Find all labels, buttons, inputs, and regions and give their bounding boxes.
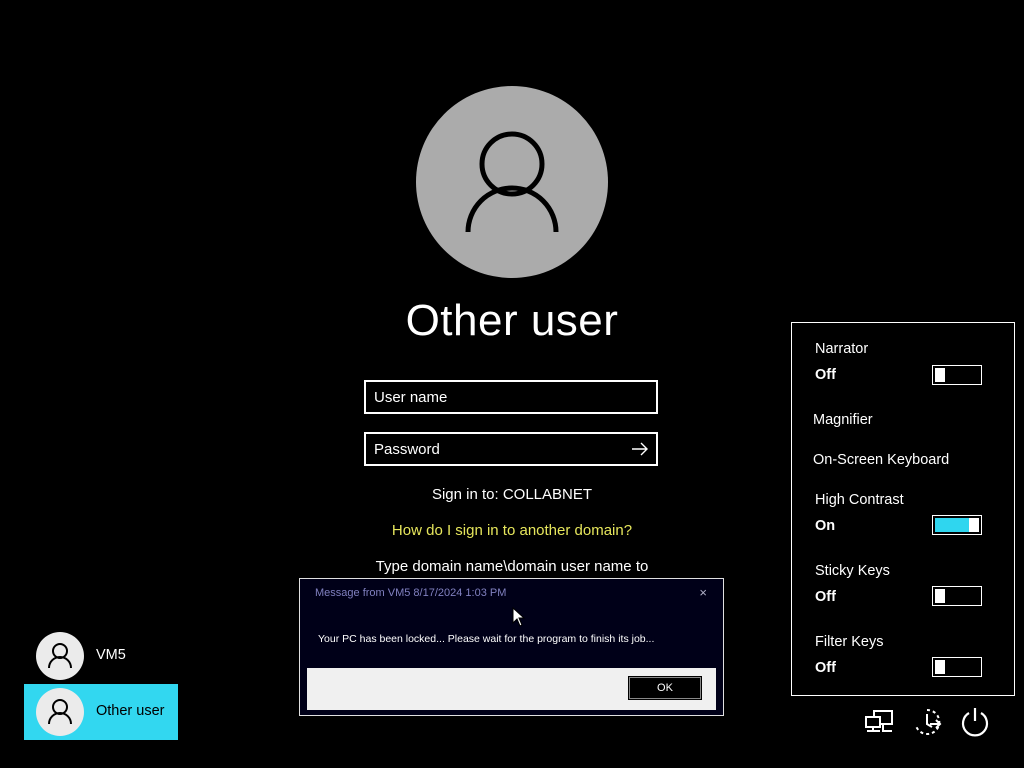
narrator-toggle[interactable] xyxy=(932,365,982,385)
message-body: Your PC has been locked... Please wait f… xyxy=(318,633,655,645)
message-dialog: Message from VM5 8/17/2024 1:03 PM × You… xyxy=(299,578,724,716)
magnifier-link[interactable]: Magnifier xyxy=(813,412,873,428)
page-title: Other user xyxy=(405,296,619,345)
username-input[interactable] xyxy=(366,382,624,412)
person-icon xyxy=(48,699,72,725)
narrator-state: Off xyxy=(815,367,836,383)
password-input[interactable] xyxy=(366,434,624,464)
user-avatar xyxy=(416,86,608,278)
filter-keys-state: Off xyxy=(815,660,836,676)
username-field[interactable] xyxy=(364,380,658,414)
person-icon xyxy=(465,131,559,233)
domain-hint-text: Type domain name\domain user name to xyxy=(375,558,649,575)
sticky-keys-label: Sticky Keys xyxy=(815,563,890,579)
ease-of-access-icon[interactable] xyxy=(910,704,944,740)
sticky-keys-toggle[interactable] xyxy=(932,586,982,606)
person-icon xyxy=(48,643,72,669)
message-title: Message from VM5 8/17/2024 1:03 PM xyxy=(315,587,507,599)
user-item-other-user[interactable]: Other user xyxy=(24,684,178,740)
password-field[interactable] xyxy=(364,432,658,466)
mouse-cursor-icon xyxy=(512,607,526,627)
user-name: VM5 xyxy=(96,647,126,663)
network-icon[interactable] xyxy=(862,704,896,740)
power-icon[interactable] xyxy=(958,704,992,740)
filter-keys-toggle[interactable] xyxy=(932,657,982,677)
sign-in-domain-text: Sign in to: COLLABNET xyxy=(431,486,593,503)
another-domain-link[interactable]: How do I sign in to another domain? xyxy=(312,522,712,539)
arrow-right-icon[interactable] xyxy=(630,439,650,459)
high-contrast-label: High Contrast xyxy=(815,492,904,508)
close-icon[interactable]: × xyxy=(699,585,707,600)
sticky-keys-state: Off xyxy=(815,589,836,605)
avatar xyxy=(36,632,84,680)
user-name: Other user xyxy=(96,703,165,719)
on-screen-keyboard-link[interactable]: On-Screen Keyboard xyxy=(813,452,949,468)
filter-keys-label: Filter Keys xyxy=(815,634,884,650)
ease-of-access-panel: Narrator Off Magnifier On-Screen Keyboar… xyxy=(791,322,1015,696)
avatar xyxy=(36,688,84,736)
high-contrast-toggle[interactable] xyxy=(932,515,982,535)
user-item-vm5[interactable]: VM5 xyxy=(24,628,178,684)
high-contrast-state: On xyxy=(815,518,836,534)
ok-button[interactable]: OK xyxy=(628,676,702,700)
narrator-label: Narrator xyxy=(815,341,869,357)
message-footer: OK xyxy=(307,668,716,710)
